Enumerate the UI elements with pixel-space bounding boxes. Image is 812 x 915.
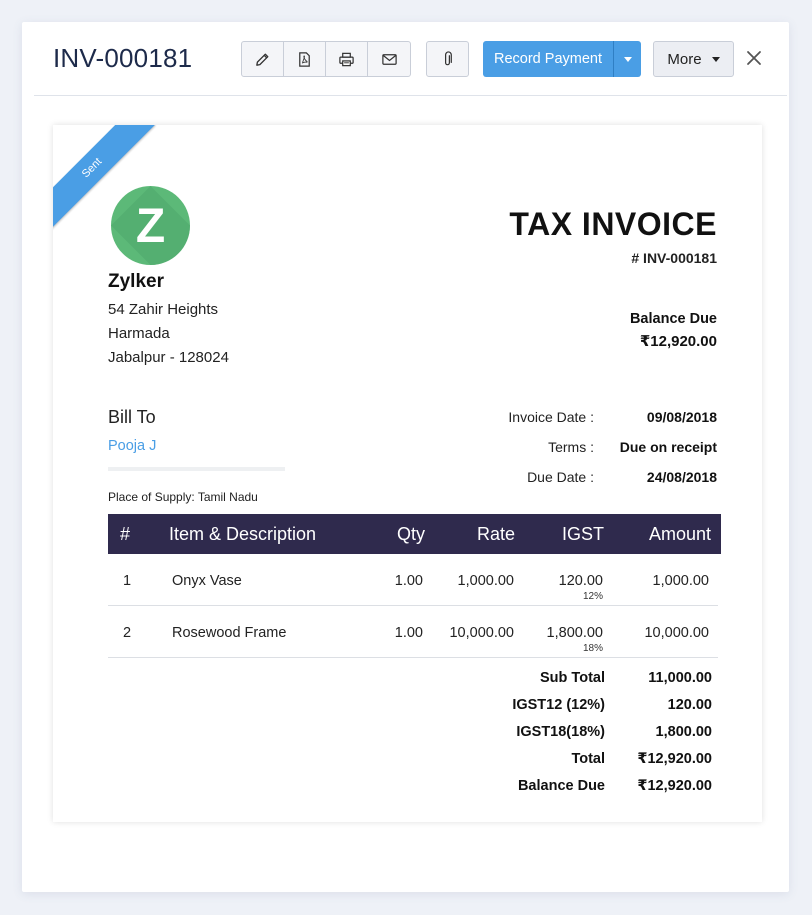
due-date-value: 24/08/2018 (646, 469, 717, 485)
igst18-label: IGST18(18%) (516, 724, 605, 740)
terms-label: Terms : (548, 439, 594, 455)
invoice-document: Sent Z Zylker 54 Zahir Heights Harmada J… (53, 125, 762, 822)
column-header-qty: Qty (396, 524, 425, 544)
balance-due-value: ₹12,920.00 (639, 333, 717, 350)
invoice-title: INV-000181 (53, 43, 193, 73)
subtotal-value: 11,000.00 (648, 670, 712, 686)
column-header-number: # (120, 524, 131, 544)
items-table-header: # Item & Description Qty Rate IGST Amoun… (108, 514, 721, 554)
invoice-date-label: Invoice Date : (508, 409, 594, 425)
igst18-value: 1,800.00 (655, 724, 712, 740)
column-header-igst: IGST (561, 524, 604, 544)
item-igst-percent: 12% (582, 591, 603, 602)
column-header-rate: Rate (476, 524, 515, 544)
item-description: Onyx Vase (172, 573, 242, 589)
more-label: More (667, 50, 702, 68)
total-value: ₹12,920.00 (637, 751, 712, 767)
invoice-number: # INV-000181 (631, 250, 717, 266)
email-button[interactable] (368, 42, 410, 76)
address-line: Jabalpur - 128024 (108, 349, 229, 366)
company-name: Zylker (108, 271, 164, 292)
igst12-label: IGST12 (12%) (512, 697, 605, 713)
action-toolbar (241, 41, 411, 77)
document-title: TAX INVOICE (509, 206, 717, 242)
email-icon (381, 53, 397, 65)
record-payment-button-group: Record Payment (483, 41, 641, 77)
item-rate: 10,000.00 (449, 625, 514, 641)
column-header-amount: Amount (648, 524, 711, 544)
client-address-placeholder (108, 467, 285, 471)
due-date-label: Due Date : (527, 469, 594, 485)
item-qty: 1.00 (394, 573, 423, 589)
item-amount: 10,000.00 (644, 625, 709, 641)
invoice-window: INV-000181 Record Payment More Sent Z Zy… (22, 22, 789, 892)
place-of-supply: Place of Supply: Tamil Nadu (108, 490, 258, 504)
client-name-link[interactable]: Pooja J (108, 438, 156, 454)
item-igst: 1,800.00 (546, 625, 603, 641)
attachment-icon (444, 50, 452, 65)
balance-due-total-label: Balance Due (517, 778, 605, 794)
pdf-icon (299, 51, 310, 67)
balance-due-total-value: ₹12,920.00 (637, 778, 712, 794)
item-description: Rosewood Frame (172, 625, 287, 641)
edit-button[interactable] (242, 42, 284, 76)
pdf-button[interactable] (284, 42, 326, 76)
close-icon (747, 51, 761, 65)
print-button[interactable] (326, 42, 368, 76)
company-logo: Z (111, 186, 190, 265)
chevron-down-icon (711, 56, 720, 62)
logo-letter: Z (136, 200, 165, 253)
record-payment-button[interactable]: Record Payment (483, 41, 614, 77)
column-header-description: Item & Description (169, 524, 317, 544)
close-button[interactable] (745, 49, 765, 69)
igst12-value: 120.00 (667, 697, 712, 713)
item-rate: 1,000.00 (457, 573, 514, 589)
item-amount: 1,000.00 (652, 573, 709, 589)
item-number: 2 (123, 625, 132, 641)
subtotal-label: Sub Total (540, 670, 605, 686)
item-qty: 1.00 (394, 625, 423, 641)
item-number: 1 (123, 573, 132, 589)
item-igst-percent: 18% (582, 643, 603, 654)
print-icon (339, 52, 354, 66)
address-line: 54 Zahir Heights (108, 301, 219, 318)
chevron-down-icon (623, 56, 632, 62)
balance-due-label: Balance Due (629, 311, 717, 327)
terms-value: Due on receipt (619, 439, 717, 455)
record-payment-dropdown[interactable] (614, 41, 641, 77)
item-igst: 120.00 (558, 573, 603, 589)
more-button[interactable]: More (653, 41, 734, 77)
attachment-button[interactable] (426, 41, 469, 77)
table-row: 1 Onyx Vase 1.00 1,000.00 120.00 12% 1,0… (108, 554, 718, 606)
address-line: Harmada (108, 325, 170, 342)
invoice-header: INV-000181 Record Payment More (34, 22, 787, 96)
table-row: 2 Rosewood Frame 1.00 10,000.00 1,800.00… (108, 606, 718, 658)
edit-icon (256, 53, 269, 66)
total-label: Total (571, 751, 605, 767)
bill-to-label: Bill To (108, 407, 156, 427)
invoice-date-value: 09/08/2018 (646, 409, 717, 425)
